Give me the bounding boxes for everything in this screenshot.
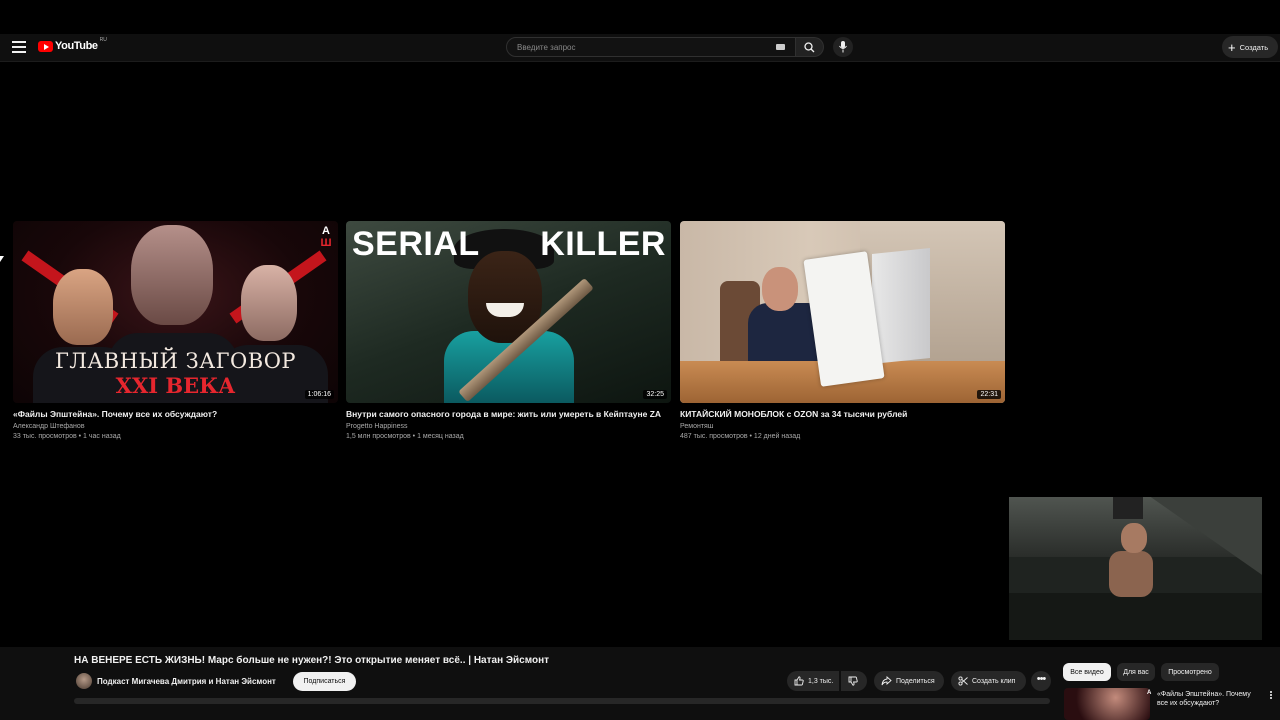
mouse-cursor-icon [0, 256, 4, 262]
video-meta: 1,5 млн просмотров • 1 месяц назад [346, 433, 464, 440]
country-code: RU [99, 37, 107, 43]
thumbs-down-icon [848, 676, 858, 686]
top-black-strip [0, 0, 1280, 34]
recommended-channel-logo: А [1147, 690, 1152, 696]
now-playing-channel[interactable]: Подкаст Мигачева Дмитрия и Натан Эйсмонт [97, 677, 276, 686]
video-thumbnail[interactable]: 22:31 [680, 221, 1005, 403]
video-channel[interactable]: Александр Штефанов [13, 423, 338, 430]
thumb-caption-line1: ГЛАВНЫЙ ЗАГОВОР [54, 349, 297, 373]
video-thumbnail[interactable]: А Ш ГЛАВНЫЙ ЗАГОВОР XXI ВЕКА 1:06:16 [13, 221, 338, 403]
logo-text: YouTube [55, 40, 98, 52]
search-input[interactable] [515, 42, 759, 53]
share-icon [881, 676, 892, 686]
search-box [506, 37, 796, 57]
youtube-logo[interactable]: YouTube RU [38, 37, 107, 52]
thumbs-up-icon [794, 676, 804, 686]
video-card[interactable]: А Ш ГЛАВНЫЙ ЗАГОВОР XXI ВЕКА 1:06:16 «Фа… [13, 221, 338, 440]
video-thumbnail[interactable]: SERIAL KILLER 32:25 [346, 221, 671, 403]
thumb-word: KILLER [540, 225, 666, 263]
video-channel[interactable]: Ремонтяш [680, 423, 1005, 430]
thumb-caption: SERIAL KILLER [352, 225, 666, 264]
channel-logo-badge: А Ш [319, 225, 333, 251]
kebab-menu-icon[interactable] [1266, 690, 1276, 704]
thumb-face [762, 267, 798, 311]
scissors-icon [958, 676, 968, 686]
thumb-face [241, 265, 297, 341]
create-clip-button[interactable]: Создать клип [951, 671, 1026, 691]
chip-for-you[interactable]: Для вас [1117, 663, 1155, 681]
overlay-person-head [1121, 523, 1147, 553]
video-title[interactable]: Внутри самого опасного города в мире: жи… [346, 409, 671, 419]
video-duration: 32:25 [643, 390, 667, 399]
overlay-poster [1113, 497, 1143, 519]
video-meta: 487 тыс. просмотров • 12 дней назад [680, 433, 801, 440]
menu-icon[interactable] [12, 41, 26, 53]
description-box[interactable] [74, 698, 1050, 704]
chip-watched[interactable]: Просмотрено [1161, 663, 1219, 681]
plus-icon: + [1228, 39, 1236, 55]
video-duration: 1:06:16 [304, 390, 334, 399]
thumb-caption-line2: XXI ВЕКА [115, 373, 236, 398]
overlay-floor [1009, 593, 1262, 640]
mic-icon [839, 41, 847, 53]
search-button[interactable] [796, 37, 824, 57]
create-button[interactable]: + Создать [1222, 36, 1278, 58]
voice-search-button[interactable] [833, 37, 853, 57]
badge-letter: Ш [320, 237, 332, 249]
more-icon: ••• [1036, 673, 1047, 685]
subscribe-button[interactable]: Подписаться [293, 672, 356, 691]
masthead: YouTube RU + Создать [0, 34, 1280, 62]
thumb-word: SERIAL [352, 225, 480, 263]
video-title[interactable]: КИТАЙСКИЙ МОНОБЛОК с OZON за 34 тысячи р… [680, 409, 1005, 419]
now-playing-title: НА ВЕНЕРЕ ЕСТЬ ЖИЗНЬ! Марс больше не нуж… [74, 655, 550, 666]
chip-all-videos[interactable]: Все видео [1063, 663, 1111, 681]
recommended-title[interactable]: «Файлы Эпштейна». Почему все их обсуждаю… [1157, 690, 1261, 720]
create-label: Создать [1239, 42, 1269, 52]
video-duration: 22:31 [977, 390, 1001, 399]
more-actions-button[interactable]: ••• [1031, 671, 1051, 691]
thumb-monitor [872, 247, 930, 365]
keyboard-icon[interactable] [776, 44, 785, 50]
thumb-face [53, 269, 113, 345]
like-count: 1,3 тыс. [808, 677, 834, 685]
share-button[interactable]: Поделиться [874, 671, 944, 691]
thumb-face [131, 225, 213, 325]
video-meta: 33 тыс. просмотров • 1 час назад [13, 433, 121, 440]
video-title[interactable]: «Файлы Эпштейна». Почему все их обсуждаю… [13, 409, 338, 419]
search-icon [804, 42, 815, 53]
like-button[interactable]: 1,3 тыс. [787, 671, 839, 691]
video-channel[interactable]: Progetto Happiness [346, 423, 671, 430]
video-card[interactable]: SERIAL KILLER 32:25 Внутри самого опасно… [346, 221, 671, 440]
badge-letter: А [322, 225, 330, 237]
overlay-person-body [1109, 551, 1153, 597]
avatar[interactable] [76, 673, 92, 689]
recommended-thumbnail[interactable] [1064, 688, 1150, 720]
share-label: Поделиться [896, 677, 935, 685]
video-card[interactable]: 22:31 КИТАЙСКИЙ МОНОБЛОК с OZON за 34 ты… [680, 221, 1005, 440]
webcam-overlay [1009, 497, 1262, 640]
youtube-play-icon [38, 40, 53, 52]
clip-label: Создать клип [972, 677, 1016, 685]
dislike-button[interactable] [841, 671, 867, 691]
